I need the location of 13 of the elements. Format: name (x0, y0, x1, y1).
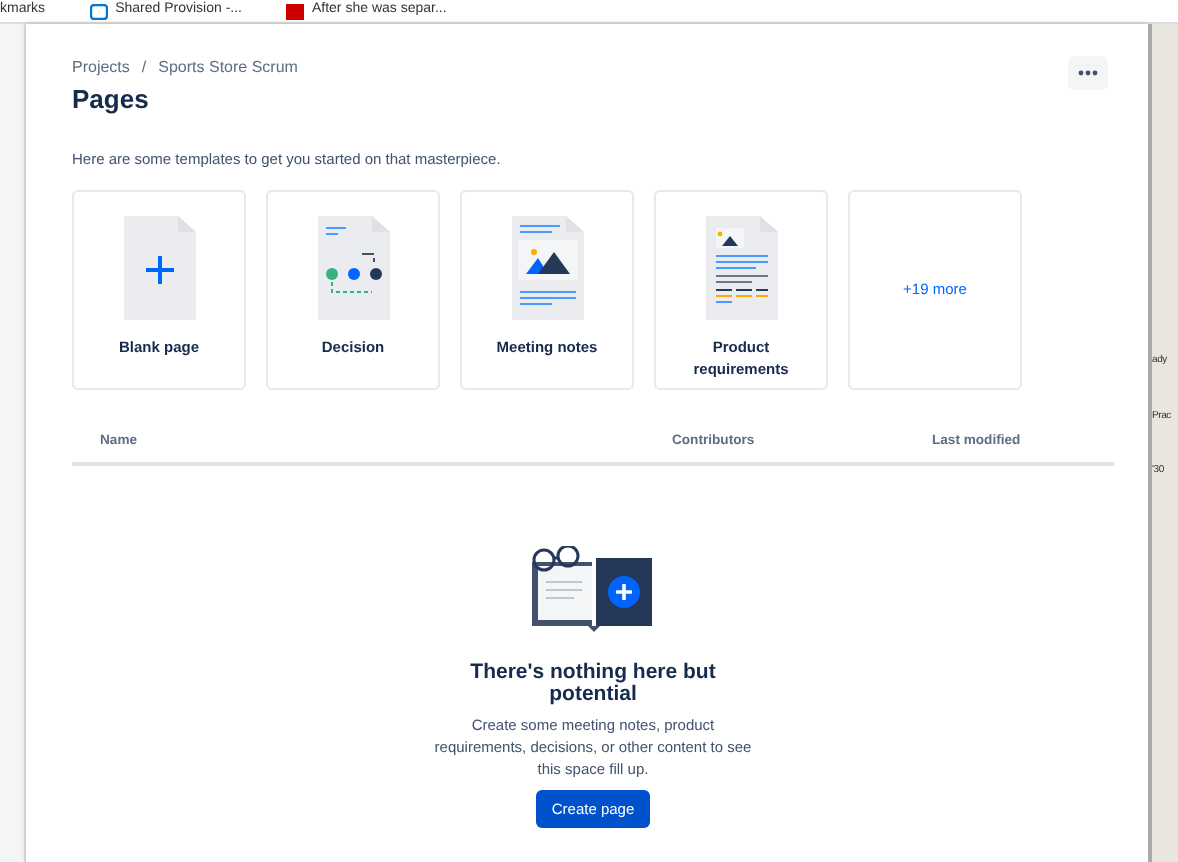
breadcrumb-separator: / (141, 56, 147, 80)
plus-document-icon (121, 215, 197, 320)
news-logo-icon (285, 3, 304, 19)
cloud-icon (89, 3, 108, 19)
more-icon (1078, 70, 1098, 76)
breadcrumb-link[interactable]: Projects (72, 56, 130, 80)
document-icon (315, 215, 391, 320)
empty-state-title: There's nothing here but potential (468, 662, 718, 707)
breadcrumb-link[interactable]: Sports Store Scrum (158, 56, 298, 80)
document-icon (703, 215, 779, 320)
more-button[interactable] (1068, 56, 1108, 90)
document-icon (509, 215, 585, 320)
page-title: Pages (72, 84, 151, 116)
